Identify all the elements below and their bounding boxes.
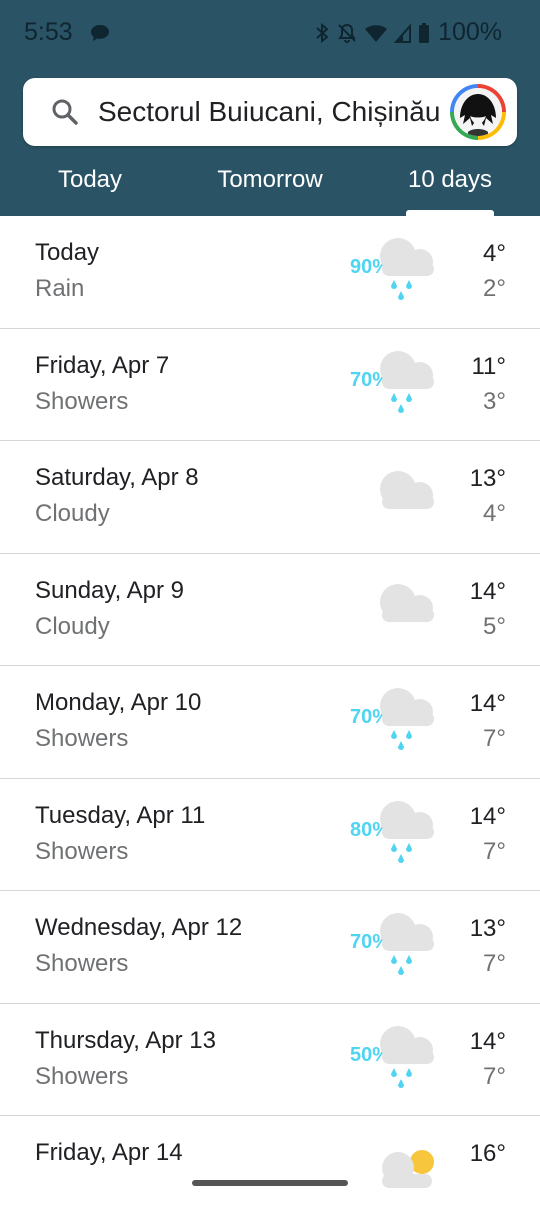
location-search-bar[interactable]: Sectorul Buiucani, Chișinău bbox=[23, 78, 517, 146]
tab-tomorrow[interactable]: Tomorrow bbox=[190, 166, 350, 194]
forecast-row[interactable]: Sunday, Apr 9 Cloudy 14° 5° bbox=[0, 554, 540, 666]
search-icon[interactable] bbox=[51, 98, 79, 126]
forecast-day: Sunday, Apr 9 bbox=[35, 576, 184, 604]
showers-icon bbox=[372, 795, 448, 865]
cloudy-icon bbox=[372, 457, 448, 527]
gesture-nav-handle[interactable] bbox=[192, 1180, 348, 1186]
low-temperature: 5° bbox=[483, 612, 506, 640]
low-temperature: 4° bbox=[483, 500, 506, 527]
forecast-row[interactable]: Friday, Apr 7 Showers 70% 11° 3° bbox=[0, 329, 540, 441]
forecast-day: Thursday, Apr 13 bbox=[35, 1026, 216, 1054]
low-temperature: 7° bbox=[483, 837, 506, 865]
low-temperature: 7° bbox=[483, 725, 506, 752]
forecast-list: Today Rain 90% 4° 2° Friday, Apr 7 Showe… bbox=[0, 216, 540, 1228]
tab-today[interactable]: Today bbox=[30, 166, 150, 194]
low-temperature: 7° bbox=[483, 1062, 506, 1090]
account-avatar[interactable] bbox=[450, 84, 506, 140]
cell-signal-icon bbox=[394, 22, 412, 43]
notifications-off-icon bbox=[338, 23, 356, 43]
high-temperature: 4° bbox=[483, 240, 506, 267]
wifi-icon bbox=[365, 24, 388, 42]
high-temperature: 13° bbox=[469, 465, 506, 492]
high-temperature: 14° bbox=[469, 690, 506, 717]
status-time: 5:53 bbox=[24, 18, 73, 46]
partly-cloudy-icon bbox=[372, 1132, 448, 1202]
forecast-row[interactable]: Monday, Apr 10 Showers 70% 14° 7° bbox=[0, 666, 540, 779]
chat-notification-icon bbox=[91, 25, 109, 41]
high-temperature: 13° bbox=[469, 915, 506, 942]
location-name[interactable]: Sectorul Buiucani, Chișinău bbox=[98, 96, 443, 128]
forecast-condition: Rain bbox=[35, 275, 85, 302]
showers-icon bbox=[372, 682, 448, 752]
forecast-day: Wednesday, Apr 12 bbox=[35, 914, 243, 941]
high-temperature: 11° bbox=[471, 352, 506, 380]
forecast-condition: Showers bbox=[35, 837, 129, 865]
forecast-day: Tuesday, Apr 11 bbox=[35, 801, 206, 829]
showers-icon bbox=[372, 907, 448, 977]
forecast-day: Friday, Apr 14 bbox=[35, 1139, 183, 1166]
showers-icon bbox=[372, 1020, 448, 1090]
forecast-condition: Cloudy bbox=[35, 612, 110, 640]
forecast-tabs: Today Tomorrow 10 days bbox=[0, 152, 540, 216]
rain-icon bbox=[372, 232, 448, 302]
forecast-condition: Showers bbox=[35, 725, 129, 752]
low-temperature: 3° bbox=[483, 387, 506, 415]
bluetooth-icon bbox=[316, 22, 329, 43]
high-temperature: 16° bbox=[469, 1140, 506, 1167]
high-temperature: 14° bbox=[469, 577, 506, 605]
status-bar: 5:53 100% bbox=[0, 0, 540, 66]
low-temperature: 2° bbox=[483, 275, 506, 302]
forecast-condition: Showers bbox=[35, 387, 129, 415]
forecast-day: Friday, Apr 7 bbox=[35, 351, 170, 379]
tab-10-days[interactable]: 10 days bbox=[385, 166, 515, 194]
forecast-row[interactable]: Friday, Apr 14 16° bbox=[0, 1116, 540, 1228]
forecast-row[interactable]: Wednesday, Apr 12 Showers 70% 13° 7° bbox=[0, 891, 540, 1004]
high-temperature: 14° bbox=[469, 1027, 506, 1055]
forecast-day: Today bbox=[35, 239, 100, 266]
battery-icon bbox=[419, 22, 430, 43]
forecast-row[interactable]: Tuesday, Apr 11 Showers 80% 14° 7° bbox=[0, 779, 540, 891]
cloudy-icon bbox=[372, 570, 448, 640]
forecast-condition: Showers bbox=[35, 950, 129, 977]
forecast-row[interactable]: Saturday, Apr 8 Cloudy 13° 4° bbox=[0, 441, 540, 554]
battery-percent: 100% bbox=[438, 18, 502, 46]
forecast-condition: Showers bbox=[35, 1062, 129, 1090]
forecast-row[interactable]: Today Rain 90% 4° 2° bbox=[0, 216, 540, 329]
avatar-image bbox=[454, 88, 502, 136]
high-temperature: 14° bbox=[469, 802, 506, 830]
avatar-illustration bbox=[454, 88, 502, 136]
forecast-row[interactable]: Thursday, Apr 13 Showers 50% 14° 7° bbox=[0, 1004, 540, 1116]
low-temperature: 7° bbox=[483, 950, 506, 977]
status-icons: 100% bbox=[314, 18, 502, 47]
showers-icon bbox=[372, 345, 448, 415]
forecast-condition: Cloudy bbox=[35, 500, 110, 527]
forecast-day: Saturday, Apr 8 bbox=[35, 464, 199, 491]
forecast-day: Monday, Apr 10 bbox=[35, 689, 202, 716]
app-header: 5:53 100% Sectorul Buiucani, Chișinău To… bbox=[0, 0, 540, 216]
